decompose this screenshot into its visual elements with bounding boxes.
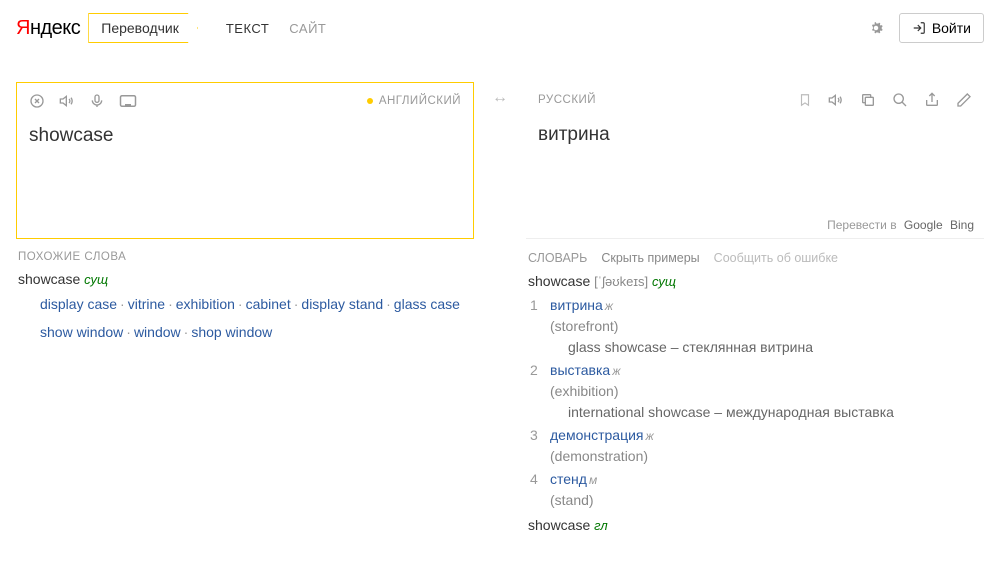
login-icon <box>912 21 926 35</box>
syn-link[interactable]: window <box>134 324 181 340</box>
edit-icon[interactable] <box>956 92 972 108</box>
similar-title: ПОХОЖИЕ СЛОВА <box>18 251 472 263</box>
syn-link[interactable]: display case <box>40 296 117 312</box>
source-lang[interactable]: АНГЛИЙСКИЙ <box>379 95 461 107</box>
report-error[interactable]: Сообщить об ошибке <box>714 251 838 265</box>
dict-entry-3: 3 демонстрацияж (demonstration) <box>530 425 982 467</box>
dict-title: СЛОВАРЬ <box>528 251 587 265</box>
syn-link[interactable]: shop window <box>191 324 272 340</box>
link-google[interactable]: Google <box>904 218 943 232</box>
dict-entry-2: 2 выставкаж (exhibition) international s… <box>530 360 982 423</box>
dict-entry-4: 4 стендм (stand) <box>530 469 982 511</box>
login-label: Войти <box>932 20 971 36</box>
source-box: АНГЛИЙСКИЙ showcase <box>16 82 474 239</box>
copy-icon[interactable] <box>860 92 876 108</box>
search-icon[interactable] <box>892 92 908 108</box>
source-input[interactable]: showcase <box>29 125 461 147</box>
syn-link[interactable]: show window <box>40 324 123 340</box>
syn-link[interactable]: display stand <box>301 296 383 312</box>
login-button[interactable]: Войти <box>899 13 984 43</box>
nav-text[interactable]: ТЕКСТ <box>226 21 269 36</box>
dict-ru[interactable]: стенд <box>550 471 587 487</box>
gear-icon[interactable] <box>867 19 885 37</box>
dict-pos: сущ <box>652 274 676 289</box>
target-lang[interactable]: РУССКИЙ <box>538 94 596 106</box>
syn-link[interactable]: exhibition <box>176 296 235 312</box>
dictionary: СЛОВАРЬ Скрыть примеры Сообщить об ошибк… <box>526 251 984 533</box>
keyboard-icon[interactable] <box>119 94 137 108</box>
target-output: витрина <box>538 124 972 146</box>
dict-pos-verb: гл <box>594 518 608 533</box>
dict-ru[interactable]: выставка <box>550 362 610 378</box>
dict-word: showcase <box>528 273 590 289</box>
link-bing[interactable]: Bing <box>950 218 974 232</box>
logo[interactable]: Яндекс Переводчик <box>16 13 198 43</box>
nav-site[interactable]: САЙТ <box>289 21 326 36</box>
bookmark-icon[interactable] <box>798 92 812 108</box>
syn-row-2: show window·window·shop window <box>18 321 472 345</box>
similar-pos: сущ <box>84 272 108 287</box>
dict-ipa: [ˈʃəʊkeɪs] <box>594 274 648 289</box>
swap-icon[interactable]: ↔ <box>492 89 508 107</box>
syn-row-1: display case·vitrine·exhibition·cabinet·… <box>18 293 472 317</box>
dict-ru[interactable]: витрина <box>550 297 603 313</box>
dict-entry-1: 1 витринаж (storefront) glass showcase –… <box>530 295 982 358</box>
close-icon[interactable] <box>29 93 45 109</box>
target-box: РУССКИЙ витрина Перевести в Google Bing <box>526 82 984 239</box>
service-label: Переводчик <box>88 13 198 43</box>
dict-word-verb: showcase <box>528 517 590 533</box>
syn-link[interactable]: cabinet <box>246 296 291 312</box>
similar-words: ПОХОЖИЕ СЛОВА showcase сущ display case·… <box>16 251 474 345</box>
similar-word: showcase <box>18 271 80 287</box>
speaker-icon[interactable] <box>59 93 75 109</box>
mic-icon[interactable] <box>89 93 105 109</box>
syn-link[interactable]: vitrine <box>128 296 165 312</box>
detect-dot <box>367 98 373 104</box>
dict-ru[interactable]: демонстрация <box>550 427 644 443</box>
speaker-icon[interactable] <box>828 92 844 108</box>
syn-link[interactable]: glass case <box>394 296 460 312</box>
brand-ya: Яндекс <box>16 17 80 40</box>
hide-examples[interactable]: Скрыть примеры <box>601 251 699 265</box>
share-icon[interactable] <box>924 92 940 108</box>
translate-credits: Перевести в Google Bing <box>827 218 974 232</box>
